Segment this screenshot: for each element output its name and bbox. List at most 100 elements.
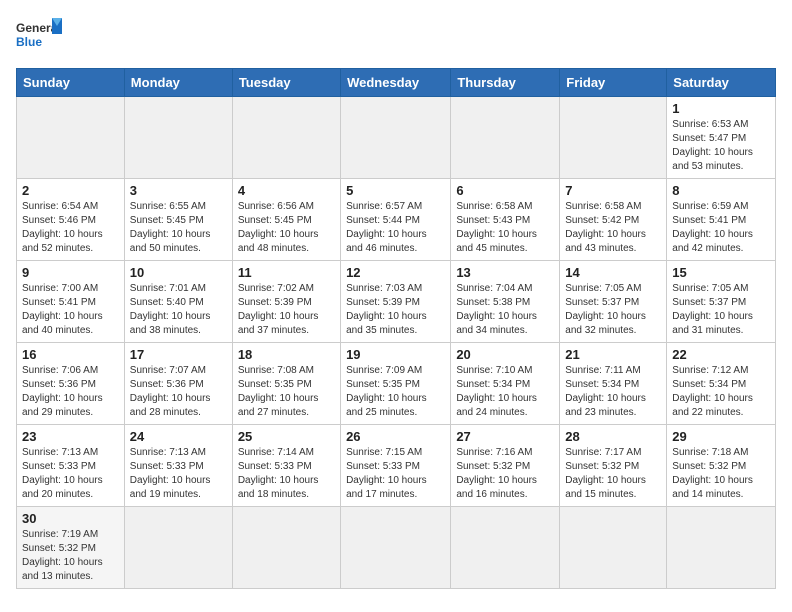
calendar-cell: 6Sunrise: 6:58 AM Sunset: 5:43 PM Daylig… (451, 179, 560, 261)
day-number: 4 (238, 183, 335, 198)
weekday-header-sunday: Sunday (17, 69, 125, 97)
day-info: Sunrise: 7:19 AM Sunset: 5:32 PM Dayligh… (22, 528, 119, 584)
day-info: Sunrise: 6:58 AM Sunset: 5:42 PM Dayligh… (565, 200, 661, 256)
calendar-cell: 9 Sunrise: 7:00 AM Sunset: 5:41 PM Daylig… (17, 261, 125, 343)
day-number: 3 (130, 183, 227, 198)
calendar-cell: 28 Sunrise: 7:17 AM Sunset: 5:32 PM Dayli… (560, 425, 667, 507)
day-number: 19 (346, 347, 445, 362)
weekday-header-friday: Friday (560, 69, 667, 97)
day-info: Sunrise: 7:13 AM Sunset: 5:33 PM Dayligh… (130, 446, 227, 502)
day-info: Sunrise: 6:54 AM Sunset: 5:46 PM Dayligh… (22, 200, 119, 256)
calendar-cell: 25Sunrise: 7:14 AM Sunset: 5:33 PM Dayli… (232, 425, 340, 507)
calendar-cell: 12 Sunrise: 7:03 AM Sunset: 5:39 PM Dayli… (341, 261, 451, 343)
day-number: 14 (565, 265, 661, 280)
day-number: 22 (672, 347, 770, 362)
day-info: Sunrise: 7:02 AM Sunset: 5:39 PM Dayligh… (238, 282, 335, 338)
calendar-cell: 7 Sunrise: 6:58 AM Sunset: 5:42 PM Daylig… (560, 179, 667, 261)
day-number: 12 (346, 265, 445, 280)
weekday-header-thursday: Thursday (451, 69, 560, 97)
day-info: Sunrise: 7:15 AM Sunset: 5:33 PM Dayligh… (346, 446, 445, 502)
day-info: Sunrise: 7:18 AM Sunset: 5:32 PM Dayligh… (672, 446, 770, 502)
calendar-cell (560, 507, 667, 589)
calendar-week-row: 2 Sunrise: 6:54 AM Sunset: 5:46 PM Daylig… (17, 179, 776, 261)
day-info: Sunrise: 7:13 AM Sunset: 5:33 PM Dayligh… (22, 446, 119, 502)
page-header: General Blue (16, 16, 776, 58)
calendar-cell: 3 Sunrise: 6:55 AM Sunset: 5:45 PM Daylig… (124, 179, 232, 261)
day-info: Sunrise: 7:01 AM Sunset: 5:40 PM Dayligh… (130, 282, 227, 338)
calendar-week-row: 23Sunrise: 7:13 AM Sunset: 5:33 PM Dayli… (17, 425, 776, 507)
calendar-cell: 5 Sunrise: 6:57 AM Sunset: 5:44 PM Daylig… (341, 179, 451, 261)
calendar-cell: 4Sunrise: 6:56 AM Sunset: 5:45 PM Daylig… (232, 179, 340, 261)
calendar-cell: 16Sunrise: 7:06 AM Sunset: 5:36 PM Dayli… (17, 343, 125, 425)
weekday-header-monday: Monday (124, 69, 232, 97)
day-number: 17 (130, 347, 227, 362)
calendar-cell: 21Sunrise: 7:11 AM Sunset: 5:34 PM Dayli… (560, 343, 667, 425)
calendar-cell: 1Sunrise: 6:53 AM Sunset: 5:47 PM Daylig… (667, 97, 776, 179)
day-number: 26 (346, 429, 445, 444)
calendar-table: SundayMondayTuesdayWednesdayThursdayFrid… (16, 68, 776, 589)
calendar-cell (560, 97, 667, 179)
day-number: 24 (130, 429, 227, 444)
calendar-cell (341, 507, 451, 589)
day-info: Sunrise: 7:17 AM Sunset: 5:32 PM Dayligh… (565, 446, 661, 502)
weekday-header-tuesday: Tuesday (232, 69, 340, 97)
calendar-cell: 26 Sunrise: 7:15 AM Sunset: 5:33 PM Dayli… (341, 425, 451, 507)
day-info: Sunrise: 7:09 AM Sunset: 5:35 PM Dayligh… (346, 364, 445, 420)
calendar-header-row: SundayMondayTuesdayWednesdayThursdayFrid… (17, 69, 776, 97)
day-number: 25 (238, 429, 335, 444)
calendar-cell: 24 Sunrise: 7:13 AM Sunset: 5:33 PM Dayli… (124, 425, 232, 507)
day-number: 21 (565, 347, 661, 362)
day-info: Sunrise: 7:10 AM Sunset: 5:34 PM Dayligh… (456, 364, 554, 420)
day-info: Sunrise: 7:16 AM Sunset: 5:32 PM Dayligh… (456, 446, 554, 502)
day-number: 2 (22, 183, 119, 198)
calendar-cell (124, 97, 232, 179)
day-number: 30 (22, 511, 119, 526)
calendar-cell: 17 Sunrise: 7:07 AM Sunset: 5:36 PM Dayli… (124, 343, 232, 425)
calendar-cell: 30 Sunrise: 7:19 AM Sunset: 5:32 PM Dayli… (17, 507, 125, 589)
day-info: Sunrise: 7:03 AM Sunset: 5:39 PM Dayligh… (346, 282, 445, 338)
day-info: Sunrise: 7:07 AM Sunset: 5:36 PM Dayligh… (130, 364, 227, 420)
day-info: Sunrise: 6:57 AM Sunset: 5:44 PM Dayligh… (346, 200, 445, 256)
logo-svg: General Blue (16, 16, 66, 58)
day-info: Sunrise: 6:55 AM Sunset: 5:45 PM Dayligh… (130, 200, 227, 256)
calendar-cell: 23Sunrise: 7:13 AM Sunset: 5:33 PM Dayli… (17, 425, 125, 507)
day-number: 11 (238, 265, 335, 280)
day-info: Sunrise: 6:59 AM Sunset: 5:41 PM Dayligh… (672, 200, 770, 256)
calendar-cell (124, 507, 232, 589)
weekday-header-wednesday: Wednesday (341, 69, 451, 97)
calendar-cell: 10Sunrise: 7:01 AM Sunset: 5:40 PM Dayli… (124, 261, 232, 343)
day-number: 18 (238, 347, 335, 362)
day-info: Sunrise: 7:05 AM Sunset: 5:37 PM Dayligh… (565, 282, 661, 338)
day-number: 20 (456, 347, 554, 362)
calendar-cell: 15 Sunrise: 7:05 AM Sunset: 5:37 PM Dayli… (667, 261, 776, 343)
day-number: 28 (565, 429, 661, 444)
day-number: 6 (456, 183, 554, 198)
day-info: Sunrise: 7:08 AM Sunset: 5:35 PM Dayligh… (238, 364, 335, 420)
calendar-week-row: 16Sunrise: 7:06 AM Sunset: 5:36 PM Dayli… (17, 343, 776, 425)
calendar-cell: 20 Sunrise: 7:10 AM Sunset: 5:34 PM Dayli… (451, 343, 560, 425)
day-number: 15 (672, 265, 770, 280)
calendar-cell: 27 Sunrise: 7:16 AM Sunset: 5:32 PM Dayli… (451, 425, 560, 507)
day-number: 7 (565, 183, 661, 198)
day-info: Sunrise: 7:05 AM Sunset: 5:37 PM Dayligh… (672, 282, 770, 338)
calendar-cell (451, 507, 560, 589)
logo: General Blue (16, 16, 66, 58)
day-info: Sunrise: 7:00 AM Sunset: 5:41 PM Dayligh… (22, 282, 119, 338)
calendar-cell: 22Sunrise: 7:12 AM Sunset: 5:34 PM Dayli… (667, 343, 776, 425)
day-number: 5 (346, 183, 445, 198)
calendar-cell: 11 Sunrise: 7:02 AM Sunset: 5:39 PM Dayli… (232, 261, 340, 343)
svg-text:Blue: Blue (16, 35, 42, 49)
calendar-cell (17, 97, 125, 179)
calendar-cell: 29 Sunrise: 7:18 AM Sunset: 5:32 PM Dayli… (667, 425, 776, 507)
day-number: 29 (672, 429, 770, 444)
calendar-cell: 13Sunrise: 7:04 AM Sunset: 5:38 PM Dayli… (451, 261, 560, 343)
calendar-week-row: 30 Sunrise: 7:19 AM Sunset: 5:32 PM Dayli… (17, 507, 776, 589)
calendar-cell (232, 507, 340, 589)
weekday-header-saturday: Saturday (667, 69, 776, 97)
calendar-cell: 14 Sunrise: 7:05 AM Sunset: 5:37 PM Dayli… (560, 261, 667, 343)
day-number: 8 (672, 183, 770, 198)
day-info: Sunrise: 7:06 AM Sunset: 5:36 PM Dayligh… (22, 364, 119, 420)
day-number: 27 (456, 429, 554, 444)
calendar-cell: 18 Sunrise: 7:08 AM Sunset: 5:35 PM Dayli… (232, 343, 340, 425)
day-number: 9 (22, 265, 119, 280)
